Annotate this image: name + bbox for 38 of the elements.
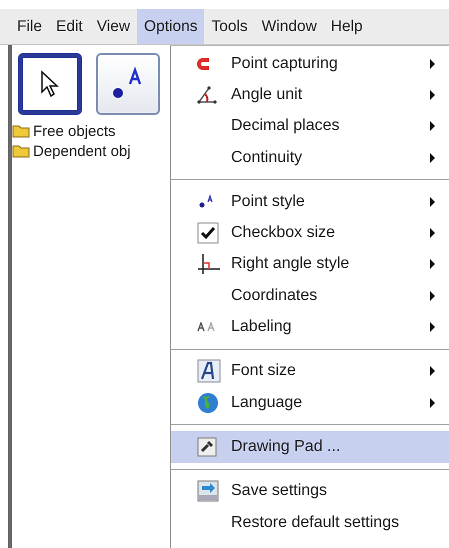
magnet-icon (197, 56, 211, 72)
menu-item[interactable]: Decimal places (171, 110, 449, 142)
folder-icon (12, 124, 30, 138)
menu-item[interactable]: Angle unit (171, 79, 449, 111)
angle-icon (197, 86, 217, 104)
menu-item[interactable]: Restore default settings (171, 506, 449, 538)
tree-item[interactable]: Free objects (33, 122, 116, 140)
menu-item[interactable]: Language (171, 386, 449, 418)
tool-button[interactable] (18, 53, 82, 115)
menu-item[interactable]: Save settings (171, 476, 449, 507)
menu-title[interactable]: Help (324, 9, 370, 44)
menu-item[interactable]: Coordinates (171, 280, 449, 312)
tool-icon (197, 436, 217, 457)
menu-item[interactable]: Labeling (171, 311, 449, 343)
letters-icon (197, 322, 217, 332)
menu-title[interactable]: Tools (204, 9, 255, 44)
menu-title[interactable]: Options (137, 9, 204, 44)
menu-title[interactable]: File (10, 9, 49, 44)
font-icon (197, 359, 221, 384)
menu-item[interactable]: Point style (171, 186, 449, 218)
point-icon (197, 194, 215, 210)
save-icon (197, 480, 219, 502)
pointer-icon (40, 70, 60, 98)
right-angle-icon (197, 253, 221, 276)
menu-item[interactable]: Right angle style (171, 248, 449, 280)
menu-title[interactable]: Edit (48, 9, 90, 44)
menu-title[interactable]: Window (254, 9, 324, 44)
checkbox-icon (197, 222, 219, 244)
menu-item[interactable]: Drawing Pad ... (171, 431, 449, 463)
folder-icon (12, 144, 30, 158)
tool-button[interactable] (96, 53, 160, 115)
menu-item[interactable]: Checkbox size (171, 217, 449, 249)
globe-icon (197, 392, 219, 414)
menu-title[interactable]: View (90, 9, 138, 44)
menu-item[interactable]: Font size (171, 356, 449, 387)
menu-item[interactable]: Continuity (171, 142, 449, 174)
menu-item[interactable]: Point capturing (171, 48, 449, 80)
tree-item[interactable]: Dependent obj (33, 142, 131, 160)
